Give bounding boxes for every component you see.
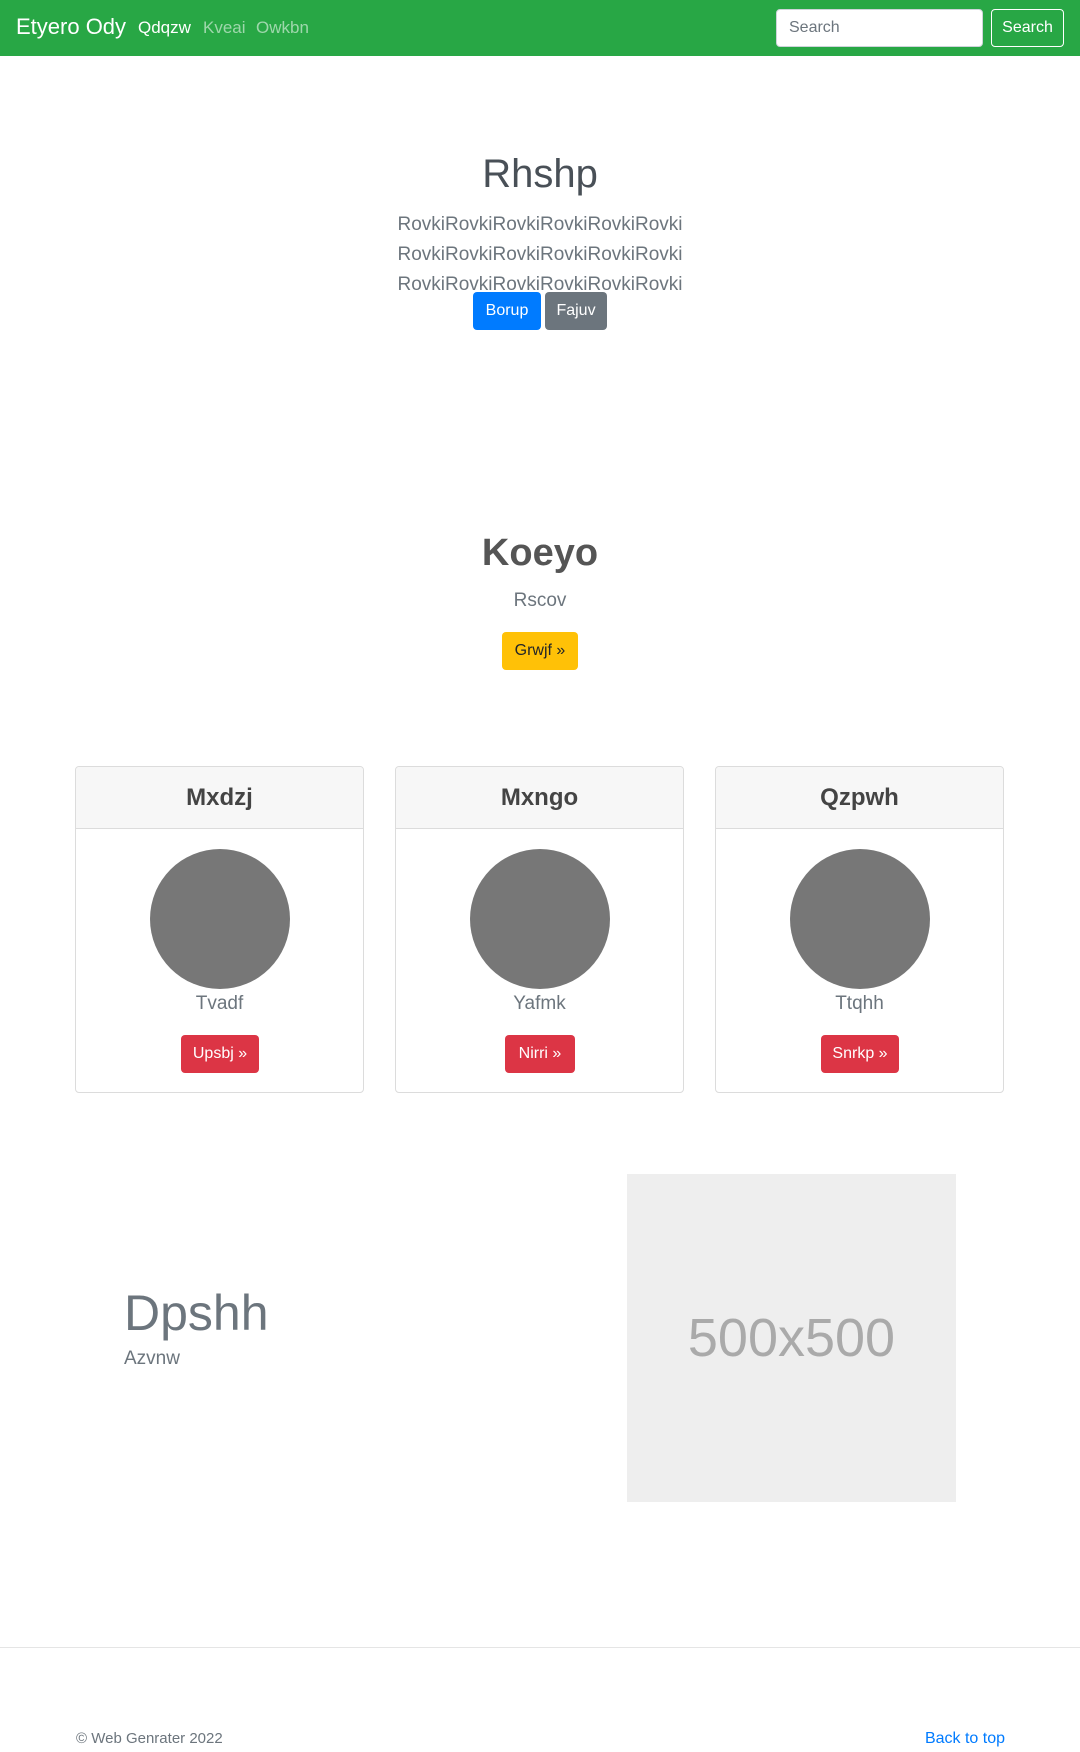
card-title: Mxngo <box>396 767 683 829</box>
card-avatar-placeholder <box>470 849 610 989</box>
hero-secondary-button[interactable]: Fajuv <box>545 292 607 330</box>
card-mxdzj: Mxdzj Tvadf Upsbj » <box>75 766 364 1093</box>
card-button-snrkp[interactable]: Snrkp » <box>821 1035 899 1073</box>
card-label: Ttqhh <box>835 993 884 1014</box>
nav-link-kveai[interactable]: Kveai <box>203 18 246 38</box>
search-button[interactable]: Search <box>991 9 1064 47</box>
hero-title: Rhshp <box>482 152 598 196</box>
split-title: Dpshh <box>124 1285 269 1341</box>
feature-button[interactable]: Grwjf » <box>502 632 578 670</box>
card-title: Qzpwh <box>716 767 1003 829</box>
footer-divider <box>0 1647 1080 1648</box>
navbar: Etyero Ody Qdqzw Kveai Owkbn Search <box>0 0 1080 56</box>
navbar-brand[interactable]: Etyero Ody <box>16 14 126 40</box>
nav-link-owkbn[interactable]: Owkbn <box>256 18 309 38</box>
hero-primary-button[interactable]: Borup <box>473 292 541 330</box>
nav-link-qdqzw[interactable]: Qdqzw <box>138 18 191 38</box>
card-mxngo: Mxngo Yafmk Nirri » <box>395 766 684 1093</box>
card-label: Tvadf <box>195 993 244 1014</box>
split-subtitle: Azvnw <box>124 1348 180 1369</box>
placeholder-image: 500x500 <box>627 1174 956 1502</box>
card-title: Mxdzj <box>76 767 363 829</box>
card-label: Yafmk <box>513 993 566 1014</box>
card-button-nirri[interactable]: Nirri » <box>505 1035 575 1073</box>
card-button-upsbj[interactable]: Upsbj » <box>181 1035 259 1073</box>
search-input[interactable] <box>776 9 983 47</box>
copyright-text: © Web Genrater 2022 <box>76 1730 223 1747</box>
card-qzpwh: Qzpwh Ttqhh Snrkp » <box>715 766 1004 1093</box>
card-avatar-placeholder <box>150 849 290 989</box>
card-avatar-placeholder <box>790 849 930 989</box>
feature-title: Koeyo <box>481 532 599 574</box>
feature-subtitle: Rscov <box>513 590 567 611</box>
back-to-top-link[interactable]: Back to top <box>925 1730 1005 1748</box>
hero-text: RovkiRovkiRovkiRovkiRovkiRovki RovkiRovk… <box>397 214 683 295</box>
